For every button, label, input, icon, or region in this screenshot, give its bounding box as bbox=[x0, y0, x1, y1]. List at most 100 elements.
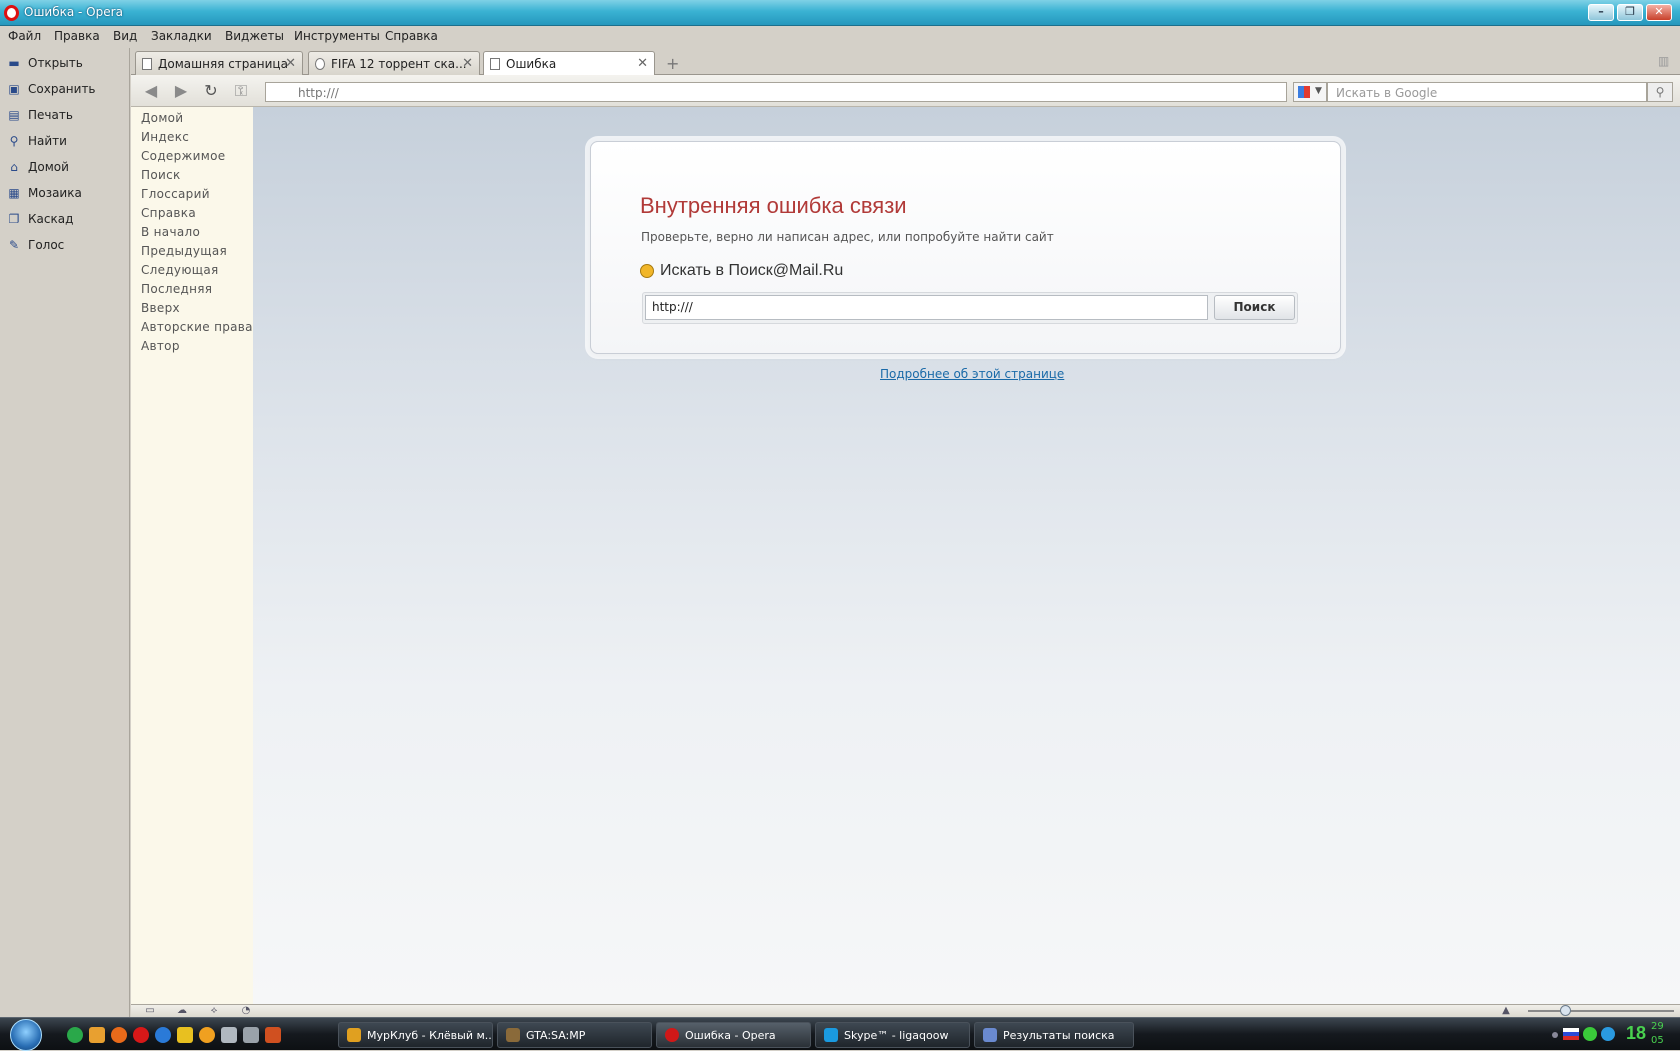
taskbar-button-skype[interactable]: Skype™ - ligaqoow bbox=[815, 1022, 970, 1048]
minimize-button[interactable]: – bbox=[1588, 4, 1614, 21]
status-bar: ▭ ☁ ⟡ ◔ ▲ bbox=[131, 1004, 1680, 1017]
more-info-link[interactable]: Подробнее об этой странице bbox=[880, 367, 1064, 381]
menu-widgets[interactable]: Виджеты bbox=[225, 29, 284, 43]
gta-icon bbox=[506, 1028, 520, 1042]
menu-tools[interactable]: Инструменты bbox=[294, 29, 380, 43]
tab-home[interactable]: Домашняя страница ✕ bbox=[135, 51, 303, 75]
zoom-slider-handle[interactable] bbox=[1560, 1005, 1571, 1016]
help-link-up[interactable]: Вверх bbox=[141, 301, 180, 315]
tray-dot-icon[interactable] bbox=[1552, 1032, 1558, 1038]
menu-edit[interactable]: Правка bbox=[54, 29, 100, 43]
panel-find[interactable]: ⚲ Найти bbox=[6, 130, 67, 152]
search-engine-selector[interactable]: ▼ bbox=[1293, 82, 1327, 102]
help-link-previous[interactable]: Предыдущая bbox=[141, 244, 227, 258]
tab-bar: Домашняя страница ✕ FIFA 12 торрент ска..… bbox=[131, 48, 1680, 76]
panel-open[interactable]: ▬ Открыть bbox=[6, 52, 83, 74]
panel-voice[interactable]: ✎ Голос bbox=[6, 234, 64, 256]
maximize-button[interactable]: ❐ bbox=[1617, 4, 1643, 21]
panel-print[interactable]: ▤ Печать bbox=[6, 104, 73, 126]
close-tab-icon[interactable]: ✕ bbox=[462, 56, 473, 71]
clock-hour[interactable]: 18 bbox=[1626, 1023, 1646, 1044]
search-key-icon bbox=[640, 264, 654, 278]
menu-help[interactable]: Справка bbox=[385, 29, 438, 43]
skype-tray-icon[interactable] bbox=[1601, 1027, 1615, 1041]
address-field[interactable]: http:/// bbox=[265, 82, 1287, 102]
error-description: Проверьте, верно ли написан адрес, или п… bbox=[641, 230, 1054, 244]
close-tab-icon[interactable]: ✕ bbox=[637, 56, 648, 71]
arrow-up-icon[interactable]: ▲ bbox=[1499, 1005, 1513, 1017]
help-link-index[interactable]: Индекс bbox=[141, 130, 189, 144]
taskbar-button-opera[interactable]: Ошибка - Opera bbox=[656, 1022, 811, 1048]
internet-explorer-icon[interactable] bbox=[155, 1027, 171, 1043]
trash-icon[interactable]: ▥ bbox=[1658, 54, 1669, 68]
taskbar-button-search-results[interactable]: Результаты поиска bbox=[974, 1022, 1134, 1048]
search-button[interactable]: Поиск bbox=[1214, 295, 1295, 320]
page-icon bbox=[142, 57, 152, 70]
folder-icon: ▬ bbox=[8, 56, 20, 70]
search-icon: ⚲ bbox=[9, 134, 19, 148]
share-icon[interactable]: ⟡ bbox=[207, 1005, 221, 1017]
menu-view[interactable]: Вид bbox=[113, 29, 137, 43]
key-icon[interactable]: ⚿ bbox=[231, 82, 251, 100]
help-link-copyright[interactable]: Авторские права bbox=[141, 320, 253, 334]
language-flag-icon[interactable] bbox=[1563, 1028, 1579, 1040]
help-link-next[interactable]: Следующая bbox=[141, 263, 219, 277]
search-icon[interactable]: ⚲ bbox=[1647, 82, 1673, 102]
tab-error[interactable]: Ошибка ✕ bbox=[483, 51, 655, 76]
clock-minute: 29 bbox=[1651, 1021, 1664, 1032]
printer-icon: ▤ bbox=[8, 108, 20, 122]
speed-dial-icon[interactable]: ◔ bbox=[239, 1005, 253, 1017]
cloud-icon[interactable]: ☁ bbox=[175, 1005, 189, 1017]
taskbar-button-gta[interactable]: GTA:SA:MP bbox=[497, 1022, 652, 1048]
help-link-start[interactable]: В начало bbox=[141, 225, 200, 239]
mail-agent-icon[interactable] bbox=[199, 1027, 215, 1043]
help-link-last[interactable]: Последняя bbox=[141, 282, 212, 296]
page-icon bbox=[490, 58, 500, 70]
panel-home[interactable]: ⌂ Домой bbox=[6, 156, 69, 178]
notes-icon[interactable] bbox=[265, 1027, 281, 1043]
home-icon: ⌂ bbox=[10, 160, 18, 174]
window-icon[interactable] bbox=[221, 1027, 237, 1043]
skype-icon bbox=[824, 1028, 838, 1042]
menu-file[interactable]: Файл bbox=[8, 29, 41, 43]
panel-tile[interactable]: ▦ Мозаика bbox=[6, 182, 82, 204]
folder-icon[interactable] bbox=[89, 1027, 105, 1043]
window-title: Ошибка - Opera bbox=[24, 5, 123, 19]
left-panel: ▬ Открыть ▣ Сохранить ▤ Печать ⚲ Найти ⌂ Домо… bbox=[0, 48, 130, 1017]
cascade-icon: ❐ bbox=[8, 212, 20, 226]
mail-search-input[interactable]: http:/// bbox=[645, 295, 1208, 320]
help-navigation: Домой Индекс Содержимое Поиск Глоссарий … bbox=[131, 107, 253, 1004]
help-link-search[interactable]: Поиск bbox=[141, 168, 181, 182]
error-title: Внутренняя ошибка связи bbox=[640, 193, 907, 218]
icq-icon[interactable] bbox=[1583, 1027, 1597, 1041]
tab-fifa[interactable]: FIFA 12 торрент ска... ✕ bbox=[308, 51, 480, 75]
close-window-button[interactable]: ✕ bbox=[1646, 4, 1672, 21]
google-icon bbox=[1298, 86, 1310, 98]
help-link-home[interactable]: Домой bbox=[141, 111, 183, 125]
help-link-contents[interactable]: Содержимое bbox=[141, 149, 225, 163]
close-tab-icon[interactable]: ✕ bbox=[285, 56, 296, 71]
menu-bar: Файл Правка Вид Закладки Виджеты Инструм… bbox=[0, 26, 1680, 48]
new-tab-icon[interactable]: + bbox=[666, 54, 679, 73]
title-bar: Ошибка - Opera – ❐ ✕ bbox=[0, 0, 1680, 26]
panel-save[interactable]: ▣ Сохранить bbox=[6, 78, 95, 100]
menu-bookmarks[interactable]: Закладки bbox=[151, 29, 212, 43]
help-link-help[interactable]: Справка bbox=[141, 206, 196, 220]
firefox-icon[interactable] bbox=[111, 1027, 127, 1043]
start-button[interactable] bbox=[10, 1019, 42, 1051]
opera-icon[interactable] bbox=[133, 1027, 149, 1043]
search-heading: Искать в Поиск@Mail.Ru bbox=[640, 262, 843, 280]
zoom-slider[interactable] bbox=[1528, 1010, 1674, 1012]
panel-cascade[interactable]: ❐ Каскад bbox=[6, 208, 74, 230]
forward-icon[interactable]: ▶ bbox=[171, 82, 191, 100]
google-search-input[interactable]: Искать в Google bbox=[1327, 82, 1647, 102]
taskbar-button-murclub[interactable]: МурКлуб - Клёвый м... bbox=[338, 1022, 493, 1048]
settings-icon[interactable] bbox=[243, 1027, 259, 1043]
panel-toggle-icon[interactable]: ▭ bbox=[143, 1005, 157, 1017]
help-link-author[interactable]: Автор bbox=[141, 339, 180, 353]
reload-icon[interactable]: ↻ bbox=[201, 82, 221, 100]
app-icon[interactable] bbox=[177, 1027, 193, 1043]
back-icon[interactable]: ◀ bbox=[141, 82, 161, 100]
utorrent-icon[interactable] bbox=[67, 1027, 83, 1043]
help-link-glossary[interactable]: Глоссарий bbox=[141, 187, 210, 201]
